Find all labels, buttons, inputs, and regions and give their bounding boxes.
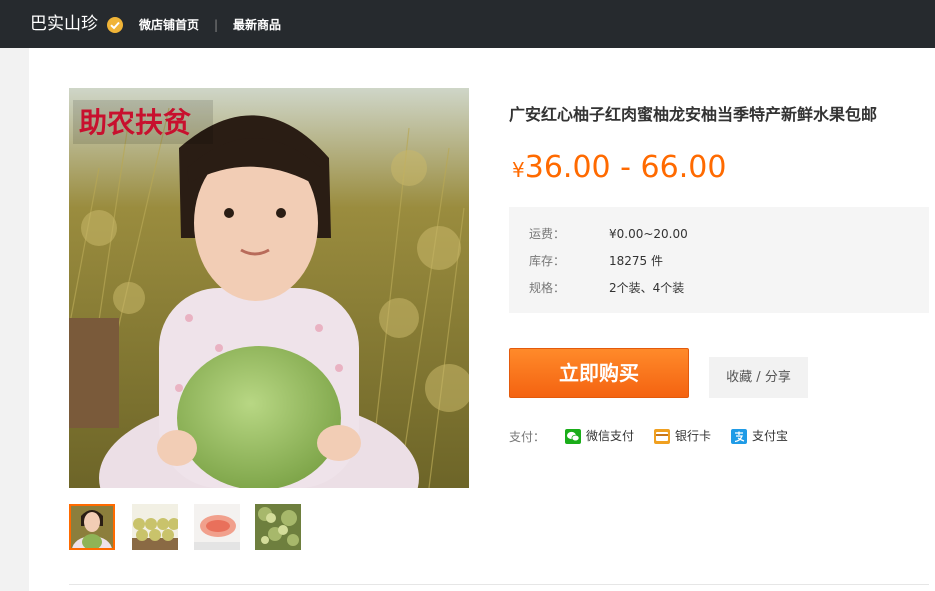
shop-name[interactable]: 巴实山珍 [30,12,98,36]
product-title: 广安红心柚子红肉蜜柚龙安柚当季特产新鲜水果包邮 [509,105,878,124]
bank-card-icon [654,429,670,444]
info-value: 2个装、4个装 [609,281,685,295]
verified-badge-icon [107,17,123,33]
currency-symbol: ¥ [512,158,525,182]
product-info-box: 运费： ¥0.00~20.00 库存： 18275 件 规格： 2个装、4个装 [509,207,929,313]
product-price: ¥36.00 - 66.00 [512,148,726,192]
info-value: ¥0.00~20.00 [609,227,688,241]
nav-separator: | [214,18,219,32]
section-divider [69,584,929,585]
wechat-pay-icon [565,429,581,444]
payment-method-label: 银行卡 [675,429,712,443]
payment-label: 支付： [509,430,546,444]
thumbnail-pomelo-flesh[interactable] [194,504,240,550]
info-label: 运费： [529,227,566,241]
nav-new-products[interactable]: 最新商品 [233,17,281,33]
alipay-icon [731,429,747,444]
buy-now-button[interactable]: 立即购买 [509,348,689,398]
thumbnail-pomelo-crates[interactable] [132,504,178,550]
info-value: 18275 件 [609,254,663,268]
thumbnail-girl-pomelo[interactable] [69,504,115,550]
payment-method-label: 微信支付 [586,429,635,443]
top-bar: 巴实山珍 微店铺首页 | 最新商品 [0,0,935,48]
payment-method-label: 支付宝 [752,429,789,443]
info-row-shipping: 运费： ¥0.00~20.00 [529,226,688,242]
favorite-share-button[interactable]: 收藏 / 分享 [709,357,808,398]
thumbnail-pomelo-tree[interactable] [255,504,301,550]
info-row-spec: 规格： 2个装、4个装 [529,280,684,296]
image-watermark: 助农扶贫 [79,106,191,139]
product-main-image[interactable]: 助农扶贫 [69,88,469,488]
info-label: 规格： [529,281,566,295]
nav-shop-home[interactable]: 微店铺首页 [139,17,199,33]
info-label: 库存： [529,254,566,268]
info-row-stock: 库存： 18275 件 [529,253,663,269]
price-range: 36.00 - 66.00 [524,150,727,185]
